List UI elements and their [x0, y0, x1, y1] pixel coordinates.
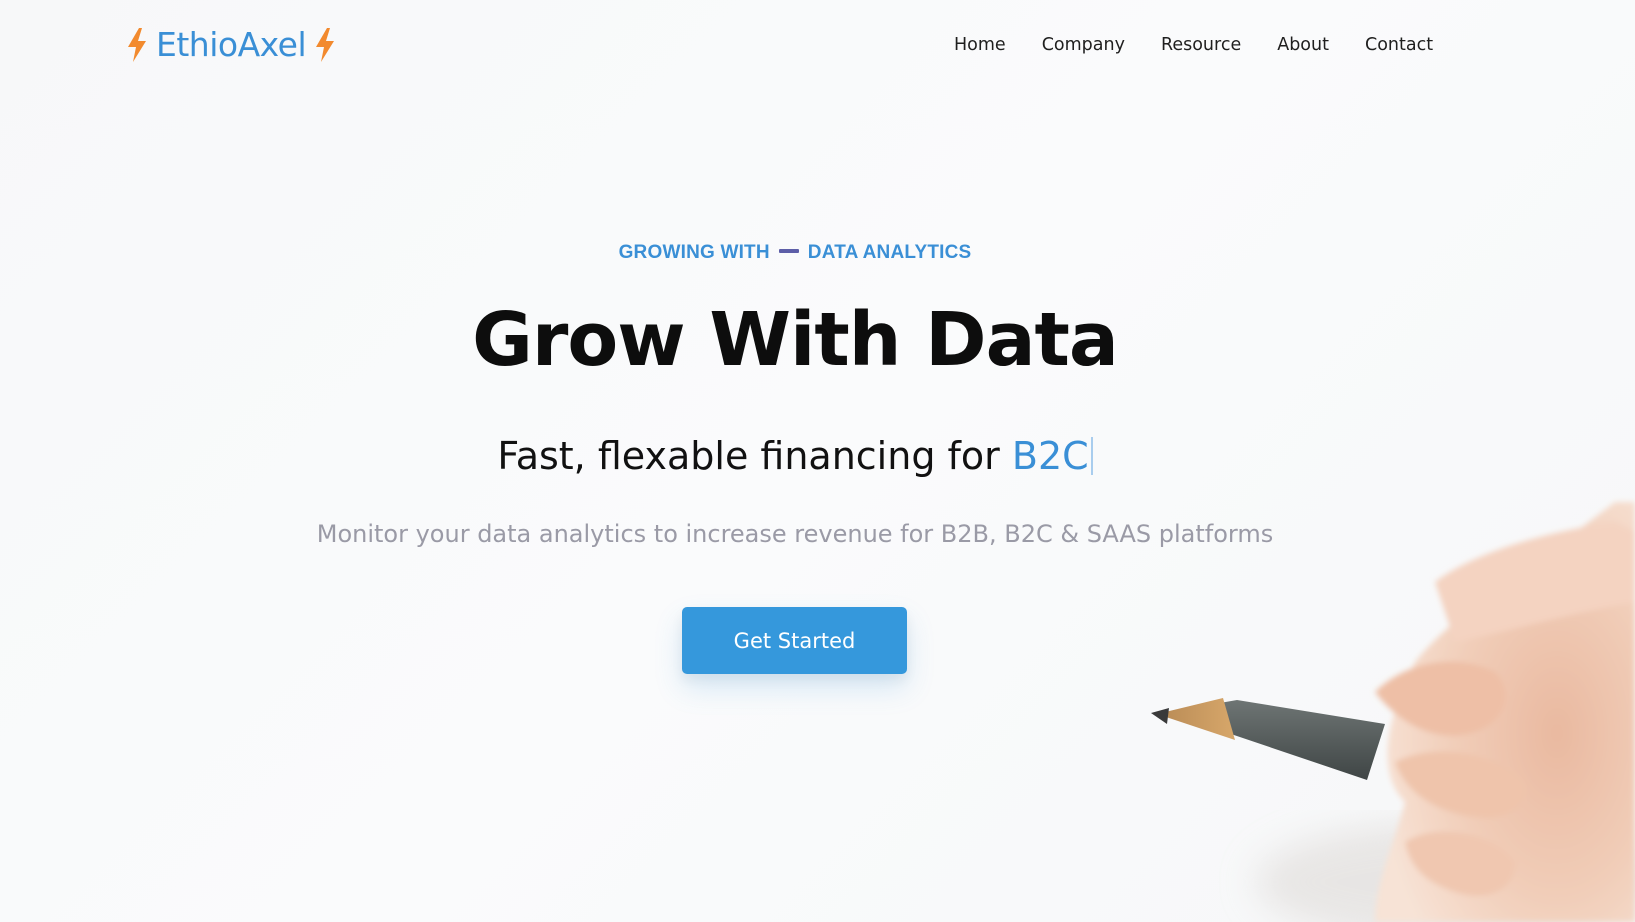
nav-home-link[interactable]: Home	[954, 30, 1006, 60]
subhead-prefix: Fast, flexable financing for	[497, 434, 1000, 478]
nav-contact-link[interactable]: Contact	[1365, 30, 1433, 60]
nav-about-link[interactable]: About	[1277, 30, 1329, 60]
eyebrow-divider	[778, 249, 799, 254]
hero-eyebrow: GROWING WITH DATA ANALYTICS	[0, 242, 1590, 264]
main-nav: Home Company Resource About Contact	[954, 30, 1469, 60]
hero-description: Monitor your data analytics to increase …	[316, 520, 1274, 548]
get-started-button[interactable]: Get Started	[682, 607, 907, 674]
brand-name: EthioAxel	[156, 25, 307, 64]
nav-resource-link[interactable]: Resource	[1161, 30, 1241, 60]
eyebrow-left: GROWING WITH	[618, 242, 770, 263]
lightning-bolt-icon	[128, 28, 146, 62]
landing-page: EthioAxel Home Company Resource About Co…	[0, 0, 1635, 922]
lightning-bolt-icon	[316, 28, 335, 62]
typing-cursor	[1090, 437, 1093, 475]
hero-headline: Grow With Data	[472, 297, 1119, 383]
eyebrow-right: DATA ANALYTICS	[807, 242, 972, 263]
subhead-typed-word: B2C	[1011, 434, 1089, 478]
nav-company-link[interactable]: Company	[1042, 30, 1125, 60]
brand-logo[interactable]: EthioAxel	[126, 22, 336, 68]
hero-subhead: Fast, flexable financing for B2C	[0, 428, 1590, 484]
